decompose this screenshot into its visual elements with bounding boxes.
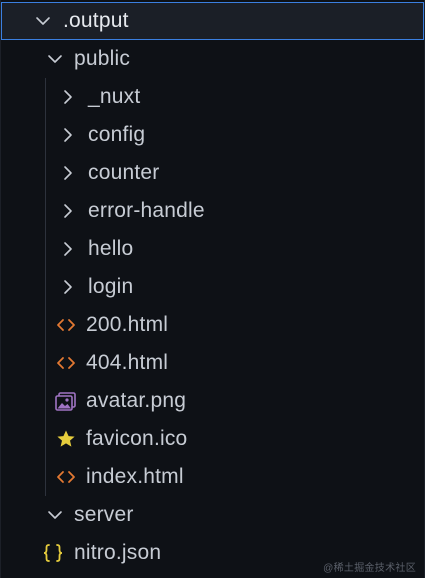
chevron-right-icon	[57, 124, 79, 146]
file-index-html[interactable]: index.html	[1, 458, 424, 496]
folder-counter[interactable]: counter	[1, 154, 424, 192]
file-label: nitro.json	[74, 541, 162, 564]
folder-label: server	[74, 503, 134, 526]
file-favicon-ico[interactable]: favicon.ico	[1, 420, 424, 458]
star-file-icon	[55, 428, 77, 450]
file-label: index.html	[86, 465, 184, 488]
file-avatar-png[interactable]: avatar.png	[1, 382, 424, 420]
file-200-html[interactable]: 200.html	[1, 306, 424, 344]
folder-server[interactable]: server	[1, 496, 424, 534]
folder-label: public	[74, 47, 131, 70]
html-file-icon	[55, 466, 77, 488]
folder-login[interactable]: login	[1, 268, 424, 306]
html-file-icon	[55, 352, 77, 374]
folder-label: _nuxt	[88, 85, 141, 108]
folder-nuxt[interactable]: _nuxt	[1, 78, 424, 116]
folder-label: counter	[88, 161, 160, 184]
json-file-icon	[41, 542, 65, 564]
file-label: 404.html	[86, 351, 169, 374]
html-file-icon	[55, 314, 77, 336]
chevron-down-icon	[44, 504, 66, 526]
chevron-right-icon	[57, 238, 79, 260]
folder-output[interactable]: .output	[1, 2, 424, 40]
chevron-right-icon	[57, 86, 79, 108]
folder-error-handle[interactable]: error-handle	[1, 192, 424, 230]
chevron-right-icon	[57, 162, 79, 184]
file-404-html[interactable]: 404.html	[1, 344, 424, 382]
image-file-icon	[55, 390, 77, 412]
chevron-right-icon	[57, 276, 79, 298]
chevron-right-icon	[57, 200, 79, 222]
folder-label: .output	[63, 9, 129, 32]
chevron-down-icon	[44, 48, 66, 70]
chevron-down-icon	[32, 10, 54, 32]
folder-label: error-handle	[88, 199, 205, 222]
folder-label: hello	[88, 237, 134, 260]
folder-public[interactable]: public	[1, 40, 424, 78]
folder-label: login	[88, 275, 134, 298]
file-explorer-tree: .output public _nuxt config counter erro…	[0, 0, 425, 578]
folder-config[interactable]: config	[1, 116, 424, 154]
file-label: avatar.png	[86, 389, 187, 412]
folder-label: config	[88, 123, 146, 146]
file-label: 200.html	[86, 313, 169, 336]
file-label: favicon.ico	[86, 427, 188, 450]
watermark: @稀土掘金技术社区	[323, 563, 416, 574]
folder-hello[interactable]: hello	[1, 230, 424, 268]
